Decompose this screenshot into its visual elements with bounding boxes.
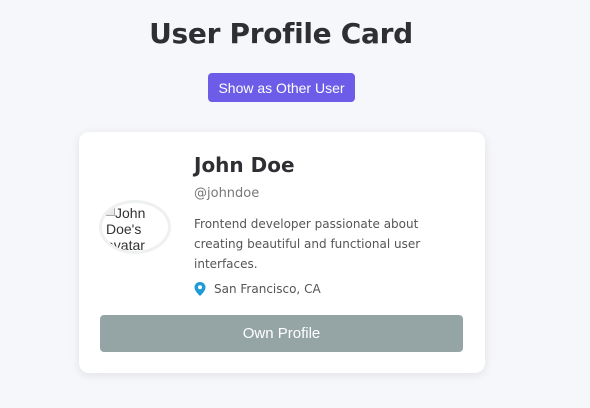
broken-image-icon [106,207,115,216]
profile-location: San Francisco, CA [194,282,321,296]
profile-bio: Frontend developer passionate about crea… [194,217,421,271]
profile-name: John Doe [194,153,295,177]
page: User Profile Card Show as Other User Joh… [0,0,590,408]
show-as-other-user-button[interactable]: Show as Other User [208,73,355,102]
own-profile-button[interactable]: Own Profile [100,315,463,352]
avatar: John Doe's avatar [99,200,171,254]
map-pin-icon [194,282,206,296]
page-title: User Profile Card [149,17,413,50]
profile-card: John Doe's avatar John Doe @johndoe Fron… [79,132,485,373]
profile-handle: @johndoe [194,186,260,201]
location-text: San Francisco, CA [214,282,321,296]
